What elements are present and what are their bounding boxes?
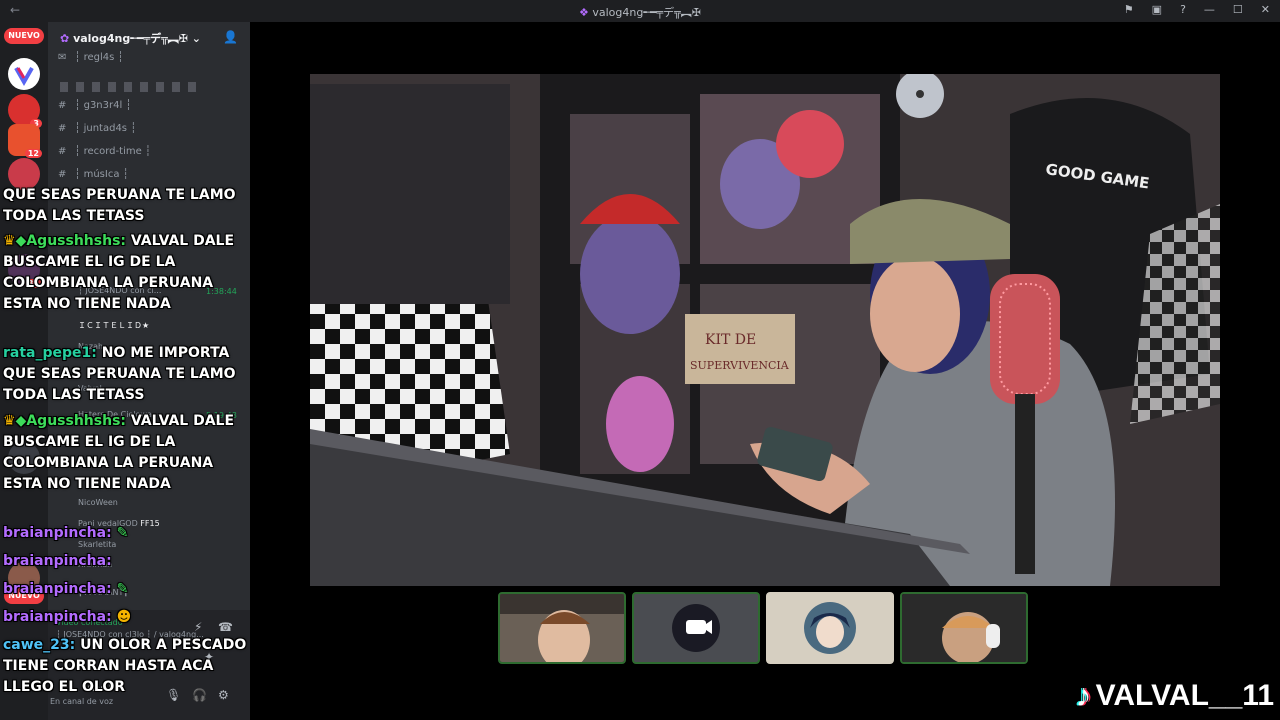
- window-icon[interactable]: ▣: [1152, 3, 1162, 16]
- chat-message: braianpincha: ✎: [3, 579, 248, 600]
- video-stage: KIT DE SUPERVIVENCIA GOOD GAME ♪ VALVAL_…: [250, 22, 1280, 720]
- chat-message: cawe_23: UN OLOR A PESCADO TIENE CORRAN …: [3, 637, 247, 695]
- text-channel-icon: ✉: [58, 52, 67, 63]
- crown-icon: ♛: [3, 233, 16, 249]
- chat-username: Agusshhshs:: [26, 233, 126, 249]
- chat-username: braianpincha:: [3, 609, 112, 625]
- channel-item[interactable]: ✉ ┆ regl4s ┆: [58, 52, 124, 63]
- chat-message: QUE SEAS PERUANA TE LAMO TODA LAS TETASS: [3, 187, 236, 224]
- channel-item[interactable]: # ┆ record-time ┆: [58, 146, 151, 157]
- guild-name[interactable]: ✿ valog4ng╾━╤デ╦︻✠ ⌄: [60, 30, 201, 46]
- chat-username: Agusshhshs:: [26, 413, 126, 429]
- channel-item[interactable]: # ┆ juntad4s ┆: [58, 123, 136, 134]
- emote-icon: ✎: [116, 525, 129, 541]
- help-icon[interactable]: ?: [1180, 3, 1186, 16]
- title-bar: ← ❖ valog4ng╾━╤デ╦︻✠ ⚑ ▣ ? — ☐ ✕: [0, 0, 1280, 22]
- tiktok-watermark: ♪ VALVAL__11: [1075, 677, 1274, 713]
- server-icon[interactable]: 3: [8, 94, 42, 128]
- new-badge: NUEVO: [4, 28, 44, 44]
- chat-message: rata_pepe1: NO ME IMPORTA QUE SEAS PERUA…: [3, 345, 236, 403]
- chat-message: braianpincha:: [3, 551, 248, 572]
- add-user-icon[interactable]: 👤: [223, 30, 238, 44]
- hashtag-icon: #: [58, 169, 67, 180]
- chat-message: braianpincha: ✎: [3, 523, 248, 544]
- chat-username: cawe_23:: [3, 637, 76, 653]
- crown-icon: ♛: [3, 413, 16, 429]
- voice-user[interactable]: NicoWeen: [78, 498, 118, 507]
- hashtag-icon: #: [58, 100, 67, 111]
- chat-username: rata_pepe1:: [3, 345, 97, 361]
- chat-username: braianpincha:: [3, 553, 112, 569]
- chat-username: braianpincha:: [3, 525, 112, 541]
- gem-icon: ◆: [15, 233, 27, 249]
- chat-message: ♛◆Agusshhshs: VALVAL DALE BUSCAME EL IG …: [3, 413, 235, 492]
- channel-item[interactable]: # ┆ músIca ┆: [58, 169, 129, 180]
- chevron-down-icon: ⌄: [191, 32, 201, 45]
- participant-strip: [498, 592, 1028, 664]
- participant-tile[interactable]: [766, 592, 894, 664]
- channel-item[interactable]: # ┆ g3n3r4l ┆: [58, 100, 131, 111]
- maximize-icon[interactable]: ☐: [1233, 3, 1243, 16]
- chat-message: ♛◆Agusshhshs: VALVAL DALE BUSCAME EL IG …: [3, 233, 235, 312]
- gem-icon: ◆: [15, 413, 27, 429]
- main-video-feed[interactable]: KIT DE SUPERVIVENCIA GOOD GAME: [310, 74, 1220, 586]
- window-title: ❖ valog4ng╾━╤デ╦︻✠: [578, 6, 702, 19]
- sign-text: SUPERVIVENCIA: [690, 359, 790, 372]
- tiktok-icon: ♪: [1075, 677, 1092, 713]
- chat-message: braianpincha: ☻: [3, 607, 248, 628]
- emote-icon: ☻: [116, 609, 132, 625]
- participant-tile[interactable]: [900, 592, 1028, 664]
- server-icon[interactable]: 12: [8, 124, 42, 158]
- hashtag-icon: #: [58, 146, 67, 157]
- inbox-icon[interactable]: ⚑: [1124, 3, 1134, 16]
- divider: [60, 82, 200, 92]
- participant-tile[interactable]: [498, 592, 626, 664]
- user-substatus: En canal de voz: [50, 697, 114, 706]
- minimize-icon[interactable]: —: [1204, 3, 1215, 16]
- voice-user[interactable]: ＩＣＩＴＥＬＩＤ★: [78, 320, 149, 331]
- chat-username: braianpincha:: [3, 581, 112, 597]
- close-icon[interactable]: ✕: [1261, 3, 1270, 16]
- sign-text: KIT DE: [705, 332, 756, 348]
- hashtag-icon: #: [58, 123, 67, 134]
- server-icon[interactable]: [8, 58, 40, 90]
- emote-icon: ✎: [116, 581, 129, 597]
- participant-tile[interactable]: [632, 592, 760, 664]
